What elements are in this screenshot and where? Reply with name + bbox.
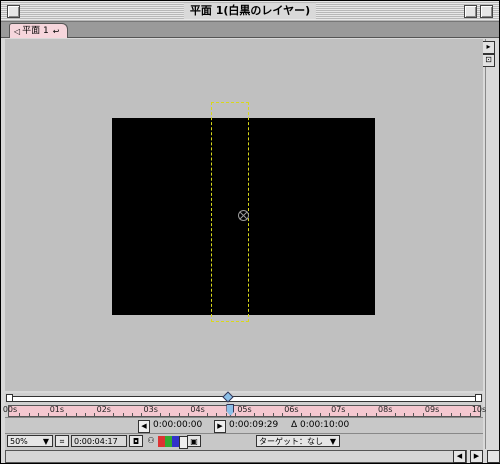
ruler-tick-label: 09s xyxy=(424,405,440,414)
ruler-tick xyxy=(122,413,124,416)
work-area-end-handle[interactable] xyxy=(475,394,482,402)
ruler-tick-label: 04s xyxy=(190,405,205,414)
set-in-point-button[interactable]: ◀ xyxy=(138,420,150,433)
ruler-tick xyxy=(225,413,227,416)
zoom-value: 50% xyxy=(10,437,28,446)
ruler-tick xyxy=(263,413,265,416)
target-label: ターゲット：なし xyxy=(259,437,323,446)
collapse-box-icon[interactable] xyxy=(480,5,493,18)
ruler-tick xyxy=(216,413,218,416)
ruler-tick xyxy=(113,413,115,416)
ruler-tick xyxy=(235,413,237,416)
time-controls: ◀ 0:00:00:00 ▶ 0:00:09:29 Δ 0:00:10:00 xyxy=(5,417,483,434)
scroll-right-arrow-icon[interactable]: ▶ xyxy=(470,450,483,463)
out-point-time[interactable]: 0:00:09:29 xyxy=(229,420,278,431)
current-time-indicator[interactable] xyxy=(226,404,235,416)
ruler-tick xyxy=(66,413,68,416)
work-area-bar[interactable] xyxy=(8,396,481,402)
ruler-tick xyxy=(178,413,180,416)
ruler-tick xyxy=(300,413,302,416)
ruler-tick xyxy=(460,413,462,416)
ruler-tick xyxy=(94,413,96,416)
viewer-bottom-bar: 50% ▼ ⌗ 0:00:04:17 ◘ ⚇ ▣ ターゲット：なし ▼ xyxy=(5,433,483,450)
ruler-tick-label: 03s xyxy=(143,405,158,414)
zoom-dropdown[interactable]: 50% ▼ xyxy=(7,435,53,447)
ruler-tick xyxy=(375,413,377,416)
ruler-tick xyxy=(38,413,40,416)
ruler-tick xyxy=(366,413,368,416)
target-dropdown[interactable]: ターゲット：なし ▼ xyxy=(256,435,340,447)
green-channel-icon[interactable] xyxy=(165,436,172,447)
composition-viewer[interactable] xyxy=(5,39,483,391)
ruler-tick xyxy=(450,413,452,416)
tab-strip: ◁ 平面 1 ↩ xyxy=(1,22,499,38)
comp-flowchart-icon[interactable]: ⊡ xyxy=(482,54,495,67)
ruler-tick xyxy=(441,413,443,416)
safe-zones-icon[interactable]: ⌗ xyxy=(55,435,69,447)
ruler-tick xyxy=(310,413,312,416)
ruler-tick xyxy=(47,413,49,416)
composition-window: 平面 1(白黒のレイヤー) ◁ 平面 1 ↩ ▸ ⊡ 00s 01s 02s 03s 0… xyxy=(0,0,500,464)
ruler-tick xyxy=(206,413,208,416)
ruler-tick-label: 05s xyxy=(237,405,252,414)
ruler-tick xyxy=(188,413,190,416)
red-channel-icon[interactable] xyxy=(158,436,165,447)
time-ruler[interactable]: 00s 01s 02s 03s 04s 05s 06s 07s 08s 09s 10s xyxy=(3,404,486,417)
ruler-tick xyxy=(347,413,349,416)
ruler-tick xyxy=(28,413,30,416)
resize-grip-icon[interactable] xyxy=(487,450,500,463)
ruler-tick xyxy=(272,413,274,416)
anchor-point-icon[interactable] xyxy=(238,210,249,221)
blue-channel-icon[interactable] xyxy=(172,436,179,447)
ruler-tick-label: 02s xyxy=(96,405,111,414)
ruler-tick xyxy=(75,413,77,416)
right-panel xyxy=(485,39,499,449)
ruler-tick xyxy=(319,413,321,416)
duration-time[interactable]: Δ 0:00:10:00 xyxy=(291,420,349,431)
ruler-tick-label: 07s xyxy=(331,405,346,414)
tab-comp[interactable]: ◁ 平面 1 ↩ xyxy=(9,23,69,38)
time-navigator[interactable]: 00s 01s 02s 03s 04s 05s 06s 07s 08s 09s 10s xyxy=(3,391,486,417)
horizontal-scrollbar[interactable] xyxy=(5,450,467,463)
ruler-tick xyxy=(19,413,21,416)
comp-menu-arrow-icon[interactable]: ▸ xyxy=(482,41,495,54)
chevron-down-icon: ▼ xyxy=(329,437,336,446)
ruler-tick xyxy=(469,413,471,416)
ruler-tick xyxy=(357,413,359,416)
set-out-point-button[interactable]: ▶ xyxy=(214,420,226,433)
tab-label: 平面 1 xyxy=(22,25,49,36)
ruler-tick xyxy=(328,413,330,416)
ruler-tick xyxy=(413,413,415,416)
ruler-tick-label: 06s xyxy=(284,405,299,414)
ruler-tick xyxy=(422,413,424,416)
ruler-tick-label: 08s xyxy=(378,405,393,414)
zoom-box-icon[interactable] xyxy=(464,5,477,18)
ruler-tick xyxy=(394,413,396,416)
ruler-tick xyxy=(141,413,143,416)
chevron-down-icon: ▼ xyxy=(42,437,49,446)
region-of-interest-icon[interactable]: ▣ xyxy=(187,435,201,447)
ruler-tick xyxy=(403,413,405,416)
ruler-tick xyxy=(169,413,171,416)
work-area-start-handle[interactable] xyxy=(6,394,13,402)
ruler-tick xyxy=(282,413,284,416)
close-box-icon[interactable] xyxy=(7,5,20,18)
close-tab-icon[interactable]: ↩ xyxy=(53,25,60,38)
ruler-tick-label: 01s xyxy=(49,405,65,414)
title-bar[interactable]: 平面 1(白黒のレイヤー) xyxy=(1,1,499,22)
window-title: 平面 1(白黒のレイヤー) xyxy=(183,3,317,19)
in-point-time[interactable]: 0:00:00:00 xyxy=(153,420,202,431)
scroll-left-arrow-icon[interactable]: ◀ xyxy=(453,450,466,463)
ruler-tick xyxy=(131,413,133,416)
ruler-tick xyxy=(85,413,87,416)
snapshot-icon[interactable]: ◘ xyxy=(129,435,143,447)
ruler-tick xyxy=(253,413,255,416)
comp-tab-icon: ◁ xyxy=(14,26,21,36)
show-snapshot-icon[interactable]: ⚇ xyxy=(145,435,157,447)
ruler-tick xyxy=(160,413,162,416)
current-time-display[interactable]: 0:00:04:17 xyxy=(71,435,127,447)
ruler-tick-label: 10s xyxy=(471,405,487,414)
ruler-tick-label: 00s xyxy=(2,405,18,414)
